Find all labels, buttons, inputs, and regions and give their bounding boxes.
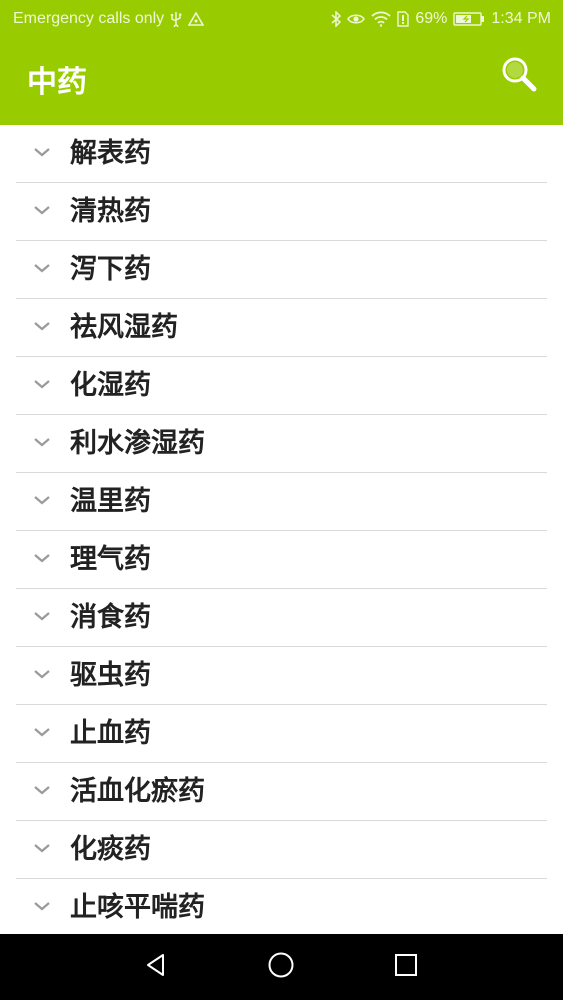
list-item-label: 止咳平喘药 [70, 892, 205, 923]
list-item-label: 利水渗湿药 [70, 428, 205, 459]
chevron-down-icon [32, 434, 52, 450]
list-item[interactable]: 祛风湿药 [16, 299, 547, 357]
list-item-label: 清热药 [70, 196, 151, 227]
search-icon [499, 54, 539, 98]
list-item-label: 理气药 [70, 544, 151, 575]
list-item[interactable]: 理气药 [16, 531, 547, 589]
wifi-icon [371, 11, 391, 27]
list-item[interactable]: 清热药 [16, 183, 547, 241]
list-item[interactable]: 泻下药 [16, 241, 547, 299]
list-item[interactable]: 止咳平喘药 [16, 879, 547, 934]
app-header: Emergency calls only 69% 1:34 PM 中药 [0, 0, 563, 125]
list-item[interactable]: 止血药 [16, 705, 547, 763]
chevron-down-icon [32, 492, 52, 508]
chevron-down-icon [32, 376, 52, 392]
list-item-label: 驱虫药 [70, 660, 151, 691]
list-item[interactable]: 利水渗湿药 [16, 415, 547, 473]
list-item-label: 活血化瘀药 [70, 776, 205, 807]
chevron-down-icon [32, 144, 52, 160]
home-button[interactable] [265, 951, 297, 983]
eye-icon [347, 12, 366, 26]
chevron-down-icon [32, 840, 52, 856]
back-button[interactable] [140, 951, 172, 983]
list-item-label: 止血药 [70, 718, 151, 749]
search-button[interactable] [498, 56, 540, 96]
chevron-down-icon [32, 260, 52, 276]
signal-icon [188, 12, 205, 26]
list-item[interactable]: 驱虫药 [16, 647, 547, 705]
recents-button[interactable] [390, 951, 422, 983]
category-list: 解表药 清热药 泻下药 祛风湿药 化湿药 利水渗湿药 温里药 理气药 消食药 驱… [0, 125, 563, 934]
list-item[interactable]: 解表药 [16, 125, 547, 183]
recents-icon [393, 952, 419, 982]
chevron-down-icon [32, 202, 52, 218]
list-item-label: 化湿药 [70, 370, 151, 401]
list-item[interactable]: 化痰药 [16, 821, 547, 879]
back-icon [143, 952, 169, 982]
page-title: 中药 [27, 65, 87, 100]
list-item-label: 泻下药 [70, 254, 151, 285]
list-item[interactable]: 消食药 [16, 589, 547, 647]
list-item-label: 解表药 [70, 138, 151, 169]
list-item-label: 消食药 [70, 602, 151, 633]
list-item-label: 温里药 [70, 486, 151, 517]
bluetooth-icon [331, 11, 342, 27]
chevron-down-icon [32, 550, 52, 566]
chevron-down-icon [32, 724, 52, 740]
list-item-label: 化痰药 [70, 834, 151, 865]
list-item[interactable]: 活血化瘀药 [16, 763, 547, 821]
battery-percent: 69% [415, 10, 448, 27]
chevron-down-icon [32, 666, 52, 682]
sim-icon [397, 11, 410, 27]
chevron-down-icon [32, 608, 52, 624]
chevron-down-icon [32, 898, 52, 914]
clock: 1:34 PM [491, 10, 551, 27]
battery-icon [453, 11, 485, 27]
home-icon [267, 951, 295, 983]
carrier-text: Emergency calls only [13, 10, 165, 27]
status-bar: Emergency calls only 69% 1:34 PM [0, 0, 563, 38]
list-item[interactable]: 温里药 [16, 473, 547, 531]
system-nav-bar [0, 934, 563, 1000]
usb-icon [170, 11, 182, 27]
list-item[interactable]: 化湿药 [16, 357, 547, 415]
list-item-label: 祛风湿药 [70, 312, 178, 343]
chevron-down-icon [32, 318, 52, 334]
chevron-down-icon [32, 782, 52, 798]
